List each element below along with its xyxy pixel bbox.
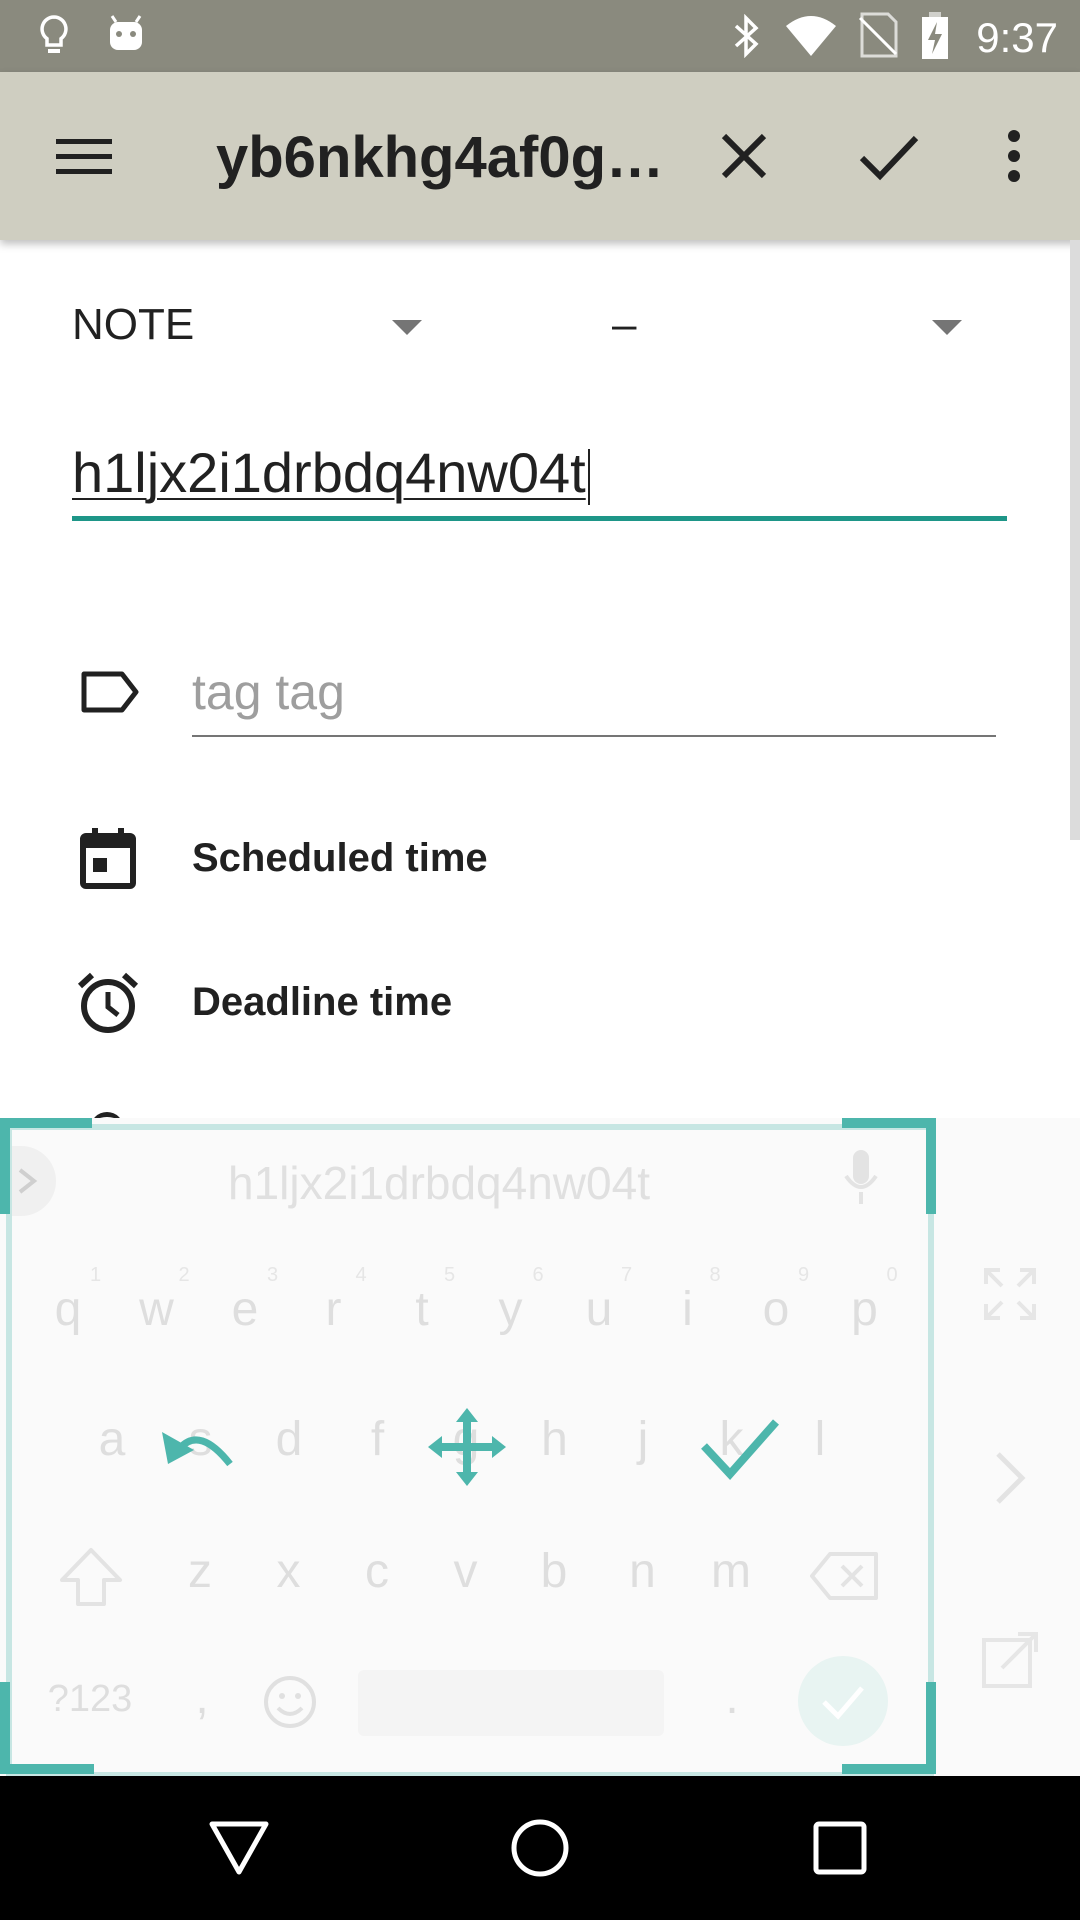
- scrollbar[interactable]: [1070, 240, 1080, 840]
- lightbulb-icon: [40, 15, 68, 53]
- frame-corner-bottom-right[interactable]: [926, 1682, 936, 1774]
- frame-corner-top-left[interactable]: [0, 1118, 10, 1214]
- no-sim-icon: [858, 12, 898, 58]
- frame-corner-top-right[interactable]: [842, 1118, 936, 1128]
- title-input-value: h1ljx2i1drbdq4nw04t: [72, 441, 586, 504]
- status-time: 9:37: [976, 14, 1058, 61]
- deadline-time-label: Deadline time: [192, 980, 453, 1024]
- priority-dropdown-value: –: [612, 300, 637, 349]
- text-cursor: [587, 449, 590, 506]
- frame-corner-top-right[interactable]: [926, 1118, 936, 1214]
- menu-icon[interactable]: [40, 112, 128, 200]
- calendar-icon: [80, 828, 136, 889]
- fullscreen-icon[interactable]: [982, 1266, 1038, 1322]
- tags-input[interactable]: tag tag: [192, 663, 996, 737]
- undock-icon[interactable]: [980, 1628, 1042, 1690]
- priority-dropdown[interactable]: –: [612, 292, 972, 362]
- toolbar: yb6nkhg4af0g…: [0, 72, 1080, 240]
- chevron-right-icon[interactable]: [992, 1448, 1028, 1508]
- status-bar: 9:37: [0, 0, 1080, 72]
- frame-corner-bottom-left[interactable]: [0, 1682, 10, 1774]
- more-vert-icon[interactable]: [970, 112, 1058, 200]
- scheduled-time-row[interactable]: Scheduled time: [0, 800, 1060, 920]
- recents-icon[interactable]: [812, 1820, 868, 1876]
- bluetooth-icon: [734, 14, 759, 58]
- check-icon[interactable]: [844, 112, 932, 200]
- deadline-time-row[interactable]: Deadline time: [0, 944, 1060, 1064]
- wifi-icon: [786, 16, 836, 56]
- close-icon[interactable]: [700, 112, 788, 200]
- navigation-bar: [0, 1776, 1080, 1920]
- scheduled-time-label: Scheduled time: [192, 836, 488, 880]
- page-title: yb6nkhg4af0g…: [216, 125, 664, 190]
- title-input[interactable]: h1ljx2i1drbdq4nw04t: [72, 440, 1007, 521]
- move-icon[interactable]: [426, 1406, 508, 1488]
- back-icon[interactable]: [206, 1816, 272, 1878]
- frame-corner-bottom-right[interactable]: [842, 1764, 936, 1774]
- type-dropdown-value: NOTE: [72, 300, 195, 349]
- frame-corner-bottom-left[interactable]: [0, 1764, 94, 1774]
- android-icon: [110, 15, 142, 50]
- home-icon[interactable]: [508, 1816, 572, 1880]
- done-icon[interactable]: [700, 1416, 780, 1482]
- undo-icon[interactable]: [160, 1420, 236, 1472]
- alarm-clock-icon: [77, 972, 139, 1033]
- tags-input-placeholder: tag tag: [192, 664, 345, 720]
- frame-corner-top-left[interactable]: [0, 1118, 92, 1128]
- battery-charging-icon: [922, 12, 948, 59]
- dropdown-arrow-icon: [392, 320, 422, 335]
- type-dropdown[interactable]: NOTE: [72, 292, 432, 362]
- dropdown-arrow-icon: [932, 320, 962, 335]
- tag-icon: [81, 671, 139, 713]
